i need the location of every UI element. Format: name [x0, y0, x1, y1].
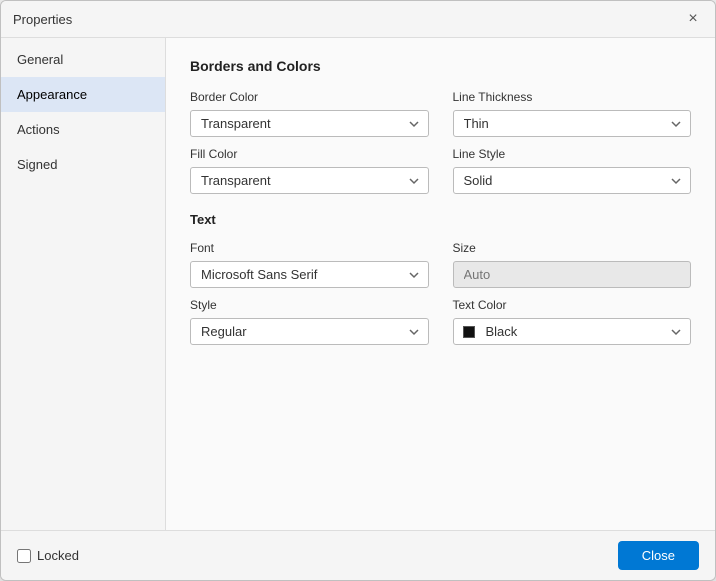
size-group: Size: [453, 241, 692, 288]
locked-checkbox[interactable]: [17, 549, 31, 563]
line-style-group: Line Style Solid Dashed Dotted: [453, 147, 692, 194]
properties-window: Properties × General Appearance Actions …: [0, 0, 716, 581]
sidebar-item-general[interactable]: General: [1, 42, 165, 77]
line-style-select[interactable]: Solid Dashed Dotted: [453, 167, 692, 194]
size-label: Size: [453, 241, 692, 255]
border-color-label: Border Color: [190, 90, 429, 104]
fill-color-label: Fill Color: [190, 147, 429, 161]
window-title: Properties: [13, 12, 72, 27]
window-body: General Appearance Actions Signed Border…: [1, 38, 715, 530]
font-label: Font: [190, 241, 429, 255]
borders-section-title: Borders and Colors: [190, 58, 691, 74]
text-section-divider: Text: [190, 212, 691, 227]
fill-color-select[interactable]: Transparent Black White: [190, 167, 429, 194]
font-group: Font Microsoft Sans Serif Arial Times Ne…: [190, 241, 429, 288]
text-color-select-wrapper: Black White Red Blue: [453, 318, 692, 345]
style-group: Style Regular Bold Italic Bold Italic: [190, 298, 429, 345]
footer: Locked Close: [1, 530, 715, 580]
line-style-label: Line Style: [453, 147, 692, 161]
main-content: Borders and Colors Border Color Transpar…: [166, 38, 715, 530]
fill-color-group: Fill Color Transparent Black White: [190, 147, 429, 194]
text-color-group: Text Color Black White Red Blue: [453, 298, 692, 345]
close-button[interactable]: Close: [618, 541, 699, 570]
locked-area: Locked: [17, 548, 79, 563]
sidebar-item-actions[interactable]: Actions: [1, 112, 165, 147]
text-form-grid: Font Microsoft Sans Serif Arial Times Ne…: [190, 241, 691, 345]
size-input[interactable]: [453, 261, 692, 288]
font-select[interactable]: Microsoft Sans Serif Arial Times New Rom…: [190, 261, 429, 288]
borders-form-grid: Border Color Transparent Black White Lin…: [190, 90, 691, 194]
line-thickness-label: Line Thickness: [453, 90, 692, 104]
border-color-group: Border Color Transparent Black White: [190, 90, 429, 137]
text-section-title: Text: [190, 212, 691, 227]
sidebar-item-appearance[interactable]: Appearance: [1, 77, 165, 112]
style-select[interactable]: Regular Bold Italic Bold Italic: [190, 318, 429, 345]
text-color-select[interactable]: Black White Red Blue: [453, 318, 692, 345]
text-color-label: Text Color: [453, 298, 692, 312]
title-bar: Properties ×: [1, 1, 715, 38]
border-color-select[interactable]: Transparent Black White: [190, 110, 429, 137]
locked-label: Locked: [37, 548, 79, 563]
sidebar: General Appearance Actions Signed: [1, 38, 166, 530]
line-thickness-group: Line Thickness Thin Medium Thick: [453, 90, 692, 137]
sidebar-item-signed[interactable]: Signed: [1, 147, 165, 182]
style-label: Style: [190, 298, 429, 312]
window-close-button[interactable]: ×: [683, 9, 703, 29]
line-thickness-select[interactable]: Thin Medium Thick: [453, 110, 692, 137]
